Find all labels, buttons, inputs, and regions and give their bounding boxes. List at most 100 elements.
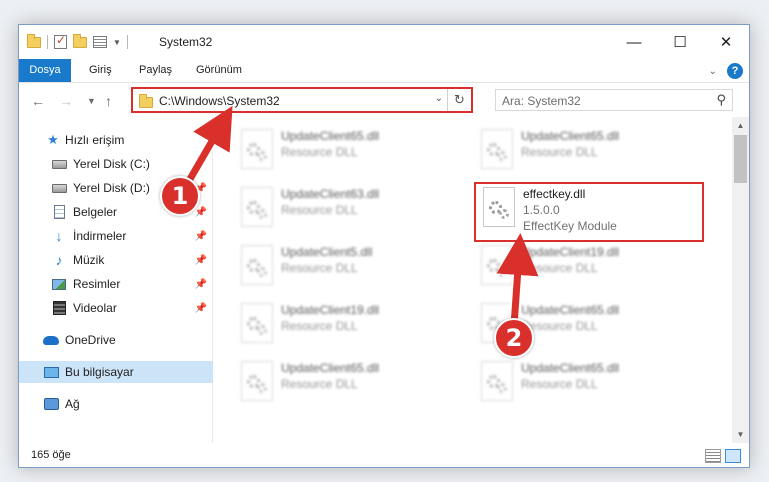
navigation-bar: ← → ▼ ↑ C:\Windows\System32 ⌄ ↻ Ara: Sys…	[19, 85, 749, 117]
file-item[interactable]: UpdateClient63.dll Resource DLL	[235, 183, 445, 237]
tiles-view-icon[interactable]	[725, 449, 741, 463]
file-type: Resource DLL	[281, 377, 358, 391]
dll-file-icon	[483, 187, 515, 227]
dll-file-icon	[481, 303, 513, 343]
maximize-button[interactable]: ☐	[657, 25, 703, 59]
tab-file[interactable]: Dosya	[19, 59, 71, 82]
search-box[interactable]: Ara: System32 ⚲	[495, 89, 733, 111]
new-folder-icon[interactable]	[73, 33, 87, 48]
title-bar: ▼ System32 — ☐ ✕	[19, 25, 749, 61]
sidebar-item-label: İndirmeler	[73, 229, 127, 243]
file-item[interactable]: UpdateClient65.dll Resource DLL	[475, 299, 685, 353]
scroll-up-icon[interactable]: ▲	[732, 117, 749, 134]
file-name: UpdateClient65.dll	[281, 361, 380, 375]
file-name: UpdateClient65.dll	[521, 303, 620, 317]
item-count: 165 öğe	[31, 449, 71, 461]
chevron-down-icon[interactable]: ▼	[113, 38, 121, 47]
forward-arrow-icon[interactable]: →	[59, 93, 73, 109]
sidebar-item-label: Belgeler	[73, 205, 118, 219]
file-type: Resource DLL	[521, 261, 598, 275]
tab-home[interactable]: Giriş	[89, 59, 112, 82]
network-icon	[43, 397, 59, 411]
file-item[interactable]: UpdateClient19.dll Resource DLL	[475, 241, 685, 295]
file-name: UpdateClient65.dll	[521, 361, 620, 375]
close-button[interactable]: ✕	[703, 25, 749, 59]
tab-view[interactable]: Görünüm	[196, 59, 242, 82]
sidebar-item-quick-access[interactable]: ★ Hızlı erişim	[19, 129, 213, 151]
file-item[interactable]: UpdateClient65.dll Resource DLL	[235, 125, 445, 179]
file-item[interactable]: UpdateClient65.dll Resource DLL	[475, 125, 685, 179]
file-type: Resource DLL	[281, 261, 358, 275]
file-description: EffectKey Module	[523, 219, 617, 233]
sidebar-item-music[interactable]: ♪ Müzik 📌	[19, 249, 213, 271]
window-title: System32	[159, 35, 213, 49]
file-item[interactable]: UpdateClient65.dll Resource DLL	[235, 357, 445, 411]
sidebar-item-documents[interactable]: Belgeler 📌	[19, 201, 213, 223]
address-bar[interactable]: C:\Windows\System32 ⌄ ↻	[131, 87, 473, 113]
file-name: UpdateClient19.dll	[521, 245, 620, 259]
sidebar-item-label: Hızlı erişim	[65, 133, 125, 147]
pin-icon[interactable]: 📌	[195, 183, 207, 194]
sidebar-item-videos[interactable]: Videolar 📌	[19, 297, 213, 319]
sidebar-item-label: Bu bilgisayar	[65, 365, 134, 379]
folder-icon[interactable]	[27, 33, 41, 48]
documents-icon	[51, 205, 67, 219]
details-view-icon[interactable]	[705, 449, 721, 463]
sidebar-item-network[interactable]: Ağ	[19, 393, 213, 415]
sidebar-item-label: Yerel Disk (D:)	[73, 181, 150, 195]
recent-locations-chevron-icon[interactable]: ▼	[87, 96, 96, 106]
onedrive-icon	[43, 333, 59, 347]
file-list: UpdateClient65.dll Resource DLL UpdateCl…	[215, 117, 733, 443]
scroll-thumb[interactable]	[734, 135, 747, 183]
tab-share[interactable]: Paylaş	[139, 59, 172, 82]
sidebar-item-local-disk-c[interactable]: Yerel Disk (C:) 📌	[19, 153, 213, 175]
this-pc-icon	[43, 365, 59, 379]
toolbar-separator	[126, 35, 128, 49]
vertical-scrollbar[interactable]: ▲ ▼	[732, 117, 749, 443]
window-controls: — ☐ ✕	[611, 25, 749, 59]
file-item[interactable]: UpdateClient19.dll Resource DLL	[235, 299, 445, 353]
chevron-down-icon[interactable]: ⌄	[435, 93, 443, 104]
sidebar-item-label: Yerel Disk (C:)	[73, 157, 150, 171]
back-arrow-icon[interactable]: ←	[31, 93, 45, 109]
pin-icon[interactable]: 📌	[195, 159, 207, 170]
pin-icon[interactable]: 📌	[195, 303, 207, 314]
address-path[interactable]: C:\Windows\System32	[159, 94, 280, 108]
customize-view-icon[interactable]	[93, 36, 107, 48]
file-item[interactable]: UpdateClient65.dll Resource DLL	[475, 357, 685, 411]
music-icon: ♪	[55, 252, 63, 268]
toolbar-separator	[47, 35, 48, 49]
file-type: Resource DLL	[521, 319, 598, 333]
sidebar-item-pictures[interactable]: Resimler 📌	[19, 273, 213, 295]
status-bar: 165 öğe	[19, 445, 749, 467]
dll-file-icon	[241, 245, 273, 285]
view-switcher	[705, 449, 741, 463]
properties-check-icon[interactable]	[54, 33, 67, 49]
sidebar-item-local-disk-d[interactable]: Yerel Disk (D:) 📌	[19, 177, 213, 199]
minimize-button[interactable]: —	[611, 25, 657, 59]
pin-icon[interactable]: 📌	[195, 231, 207, 242]
file-type: Resource DLL	[281, 145, 358, 159]
file-item-effectkey-dll[interactable]: effectkey.dll 1.5.0.0 EffectKey Module	[477, 183, 687, 237]
expand-ribbon-icon[interactable]: ⌄	[709, 66, 717, 77]
search-placeholder[interactable]: Ara: System32	[502, 94, 581, 108]
scroll-down-icon[interactable]: ▼	[732, 426, 749, 443]
search-icon[interactable]: ⚲	[716, 92, 726, 108]
sidebar-item-this-pc[interactable]: Bu bilgisayar	[19, 361, 213, 383]
refresh-icon[interactable]: ↻	[447, 89, 471, 111]
up-arrow-icon[interactable]: ↑	[105, 93, 112, 109]
sidebar-item-downloads[interactable]: ↓ İndirmeler 📌	[19, 225, 213, 247]
pin-icon[interactable]: 📌	[195, 279, 207, 290]
folder-icon	[139, 94, 153, 108]
pictures-icon	[51, 277, 67, 291]
file-type: Resource DLL	[521, 377, 598, 391]
pin-icon[interactable]: 📌	[195, 207, 207, 218]
pin-icon[interactable]: 📌	[195, 255, 207, 266]
dll-file-icon	[481, 245, 513, 285]
sidebar-item-onedrive[interactable]: OneDrive	[19, 329, 213, 351]
file-name: UpdateClient5.dll	[281, 245, 373, 259]
file-item[interactable]: UpdateClient5.dll Resource DLL	[235, 241, 445, 295]
sidebar-item-label: Ağ	[65, 397, 80, 411]
help-icon[interactable]: ?	[727, 63, 743, 79]
navigation-pane: ★ Hızlı erişim Yerel Disk (C:) 📌 Yerel D…	[19, 117, 213, 443]
